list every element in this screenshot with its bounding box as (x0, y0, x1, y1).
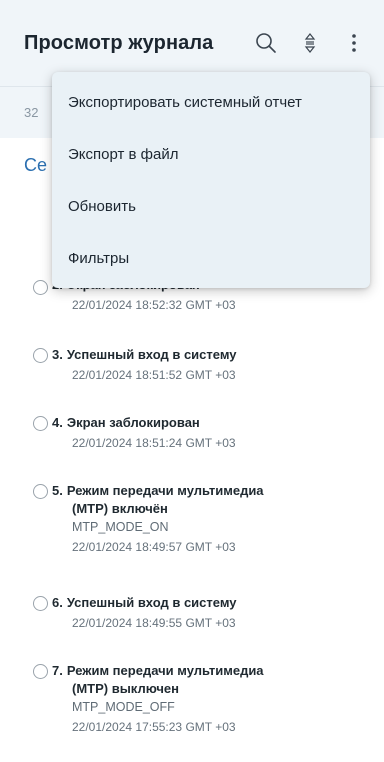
menu-item-filters[interactable]: Фильтры (52, 232, 370, 284)
entry-title: Успешный вход в систему (66, 595, 237, 610)
entry-title-continued: (MTP) включён (72, 501, 168, 516)
menu-item-refresh[interactable]: Обновить (52, 180, 370, 232)
entry-title: Экран заблокирован (66, 415, 200, 430)
search-button[interactable] (244, 21, 288, 65)
screen: Просмотр журнала 32 Се 22/01/2024 18:52:… (0, 0, 384, 762)
entry-date: 22/01/2024 18:51:24 GMT +03 (72, 436, 236, 450)
more-vert-icon (351, 33, 357, 53)
entry-number: 4. (52, 415, 63, 430)
entry-number: 5. (52, 483, 63, 498)
page-title: Просмотр журнала (24, 31, 214, 54)
sort-icon (302, 32, 318, 54)
entry-title-continued: (MTP) выключен (72, 681, 179, 696)
radio-button[interactable] (33, 596, 48, 611)
app-bar-actions (244, 21, 376, 65)
sort-button[interactable] (288, 21, 332, 65)
entry-date: 22/01/2024 18:49:57 GMT +03 (72, 540, 236, 554)
search-icon (255, 32, 277, 54)
log-count-text: 32 (24, 105, 39, 120)
radio-button[interactable] (33, 416, 48, 431)
entry-number: 7. (52, 663, 63, 678)
menu-item-export-system-report[interactable]: Экспортировать системный отчет (52, 76, 370, 128)
entry-date: 22/01/2024 18:52:32 GMT +03 (72, 298, 236, 312)
radio-button[interactable] (33, 484, 48, 499)
entry-date: 22/01/2024 18:49:55 GMT +03 (72, 616, 236, 630)
more-options-button[interactable] (332, 21, 376, 65)
entry-date: 22/01/2024 17:55:23 GMT +03 (72, 720, 236, 734)
entry-date: 22/01/2024 18:51:52 GMT +03 (72, 368, 236, 382)
entry-title: Режим передачи мультимедиа (66, 483, 264, 498)
radio-button[interactable] (33, 664, 48, 679)
section-title: Се (24, 155, 48, 175)
entry-number: 6. (52, 595, 63, 610)
entry-number: 3. (52, 347, 63, 362)
entry-code: MTP_MODE_ON (72, 520, 169, 534)
entry-code: MTP_MODE_OFF (72, 700, 175, 714)
overflow-menu: Экспортировать системный отчет Экспорт в… (52, 72, 370, 288)
radio-button[interactable] (33, 280, 48, 295)
entry-title: Режим передачи мультимедиа (66, 663, 264, 678)
menu-item-export-to-file[interactable]: Экспорт в файл (52, 128, 370, 180)
entry-title: Успешный вход в систему (66, 347, 237, 362)
radio-button[interactable] (33, 348, 48, 363)
